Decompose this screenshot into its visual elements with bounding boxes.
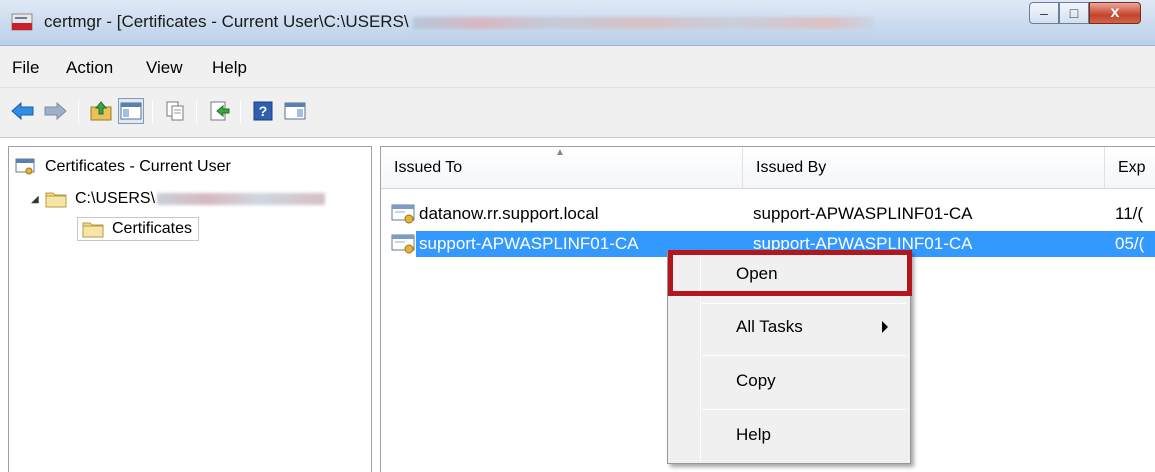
context-menu-separator: [702, 303, 906, 304]
context-menu-all-tasks[interactable]: All Tasks: [668, 307, 910, 347]
show-hide-console-tree-icon[interactable]: [118, 98, 144, 124]
toolbar-separator: [196, 100, 197, 124]
tree-expand-icon[interactable]: ◢: [31, 194, 45, 205]
menu-view[interactable]: View: [146, 58, 183, 78]
context-menu-help[interactable]: Help: [668, 415, 910, 455]
title-bar: certmgr - [Certificates - Current User\C…: [0, 0, 1155, 46]
column-header-expiration[interactable]: Exp: [1105, 147, 1155, 189]
forward-icon[interactable]: [42, 98, 68, 124]
minimize-button[interactable]: –: [1029, 2, 1059, 24]
toolbar: ?: [0, 88, 1155, 138]
svg-text:?: ?: [259, 103, 268, 119]
folder-icon: [45, 192, 67, 208]
column-header-issued-by-label: Issued By: [756, 158, 827, 176]
cell-expiration: 05/(: [1115, 234, 1145, 253]
column-header-expiration-label: Exp: [1118, 158, 1146, 176]
toolbar-separator: [78, 100, 79, 124]
context-menu-copy-label: Copy: [736, 371, 776, 390]
tree-node-certificates-selected[interactable]: Certificates: [77, 217, 200, 241]
certificate-store-icon: [15, 158, 35, 175]
tree-node-root-label: Certificates - Current User: [45, 158, 231, 175]
context-menu-copy[interactable]: Copy: [668, 361, 910, 401]
column-header-issued-by[interactable]: Issued By: [743, 147, 1105, 189]
certmgr-app-icon: [11, 13, 33, 31]
window-title: certmgr - [Certificates - Current User\C…: [44, 12, 873, 32]
cell-expiration: 11/(: [1115, 204, 1144, 223]
menu-action[interactable]: Action: [66, 58, 113, 78]
copy-icon[interactable]: [162, 98, 188, 124]
cell-issued-to: support-APWASPLINF01-CA: [419, 234, 639, 253]
maximize-button[interactable]: □: [1059, 2, 1089, 24]
menu-help[interactable]: Help: [212, 58, 247, 78]
help-icon[interactable]: ?: [250, 98, 276, 124]
toolbar-separator: [240, 100, 241, 124]
tree-node-user-folder[interactable]: ◢ C:\USERS\: [31, 185, 326, 213]
annotation-highlight-box: [668, 250, 912, 296]
context-menu-separator: [702, 409, 906, 410]
tree-node-certificates-label: Certificates: [112, 220, 193, 237]
certificate-icon: [391, 204, 415, 224]
tree-node-user-folder-label: C:\USERS\: [75, 190, 156, 207]
redacted-username: [157, 193, 326, 205]
up-folder-icon[interactable]: [88, 98, 114, 124]
menu-bar: File Action View Help: [0, 46, 1155, 88]
column-header-issued-to[interactable]: ▲ Issued To: [381, 147, 743, 189]
folder-icon: [82, 222, 104, 238]
toolbar-separator: [152, 100, 153, 124]
context-menu-separator: [702, 355, 906, 356]
redacted-path: [412, 16, 873, 29]
sort-ascending-icon: ▲: [555, 147, 565, 158]
table-row[interactable]: datanow.rr.support.local support-APWASPL…: [389, 201, 1155, 227]
tree-node-certificates[interactable]: Certificates: [77, 215, 200, 243]
export-list-icon[interactable]: [206, 98, 232, 124]
context-menu-help-label: Help: [736, 425, 771, 444]
tree-node-root[interactable]: Certificates - Current User: [15, 153, 231, 181]
window-controls: – □ x: [1029, 2, 1141, 28]
close-button[interactable]: x: [1089, 2, 1141, 24]
context-menu-all-tasks-label: All Tasks: [736, 317, 803, 336]
cell-issued-by: support-APWASPLINF01-CA: [753, 204, 973, 223]
certificate-icon: [391, 234, 415, 254]
window-title-text: certmgr - [Certificates - Current User\C…: [44, 12, 409, 31]
console-tree[interactable]: Certificates - Current User ◢ C:\USERS\ …: [8, 146, 372, 472]
submenu-arrow-icon: [882, 321, 888, 333]
back-icon[interactable]: [10, 98, 36, 124]
column-header-issued-to-label: Issued To: [394, 158, 463, 176]
menu-file[interactable]: File: [12, 58, 39, 78]
cell-issued-to: datanow.rr.support.local: [419, 204, 599, 223]
action-pane-icon[interactable]: [282, 98, 308, 124]
